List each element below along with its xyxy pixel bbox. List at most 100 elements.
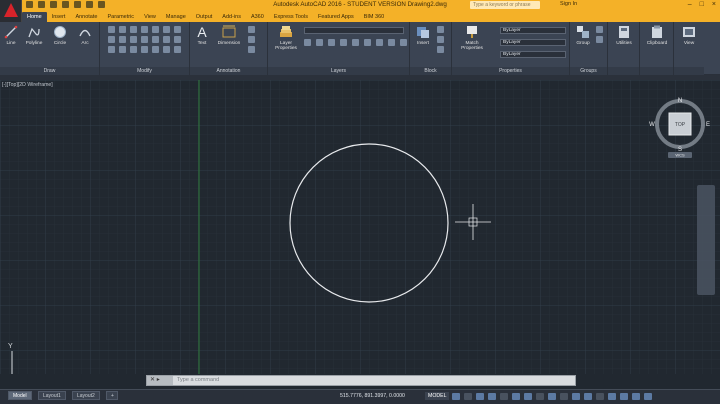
navigation-bar[interactable] [697,185,715,295]
view-tool[interactable]: View [678,25,700,46]
clipboard-tool[interactable]: Clipboard [645,25,669,46]
view-panel-label[interactable] [674,67,704,75]
tab-featured-apps[interactable]: Featured Apps [313,12,359,22]
properties-panel-label[interactable]: Properties [452,67,569,75]
tab-express-tools[interactable]: Express Tools [269,12,313,22]
linetype-dropdown[interactable]: ByLayer [500,39,566,46]
block-panel-label[interactable]: Block [410,67,451,75]
viewcube[interactable]: TOP N S E W WCS [648,94,712,158]
blend-icon[interactable] [152,46,159,53]
annotation-scale-icon[interactable] [572,393,580,400]
tab-bim-360[interactable]: BIM 360 [359,12,389,22]
compass-east[interactable]: E [706,122,710,128]
snap-toggle-icon[interactable] [464,393,472,400]
stretch-icon[interactable] [119,36,126,43]
explode-icon[interactable] [108,36,115,43]
polyline-tool[interactable]: Polyline [25,25,43,46]
transparency-toggle-icon[interactable] [548,393,556,400]
layer-previous-icon[interactable] [388,39,395,46]
extend-icon[interactable] [163,36,170,43]
close-icon[interactable]: × [712,1,716,8]
array-icon[interactable] [141,36,148,43]
modify-panel-label[interactable]: Modify [100,67,189,75]
edit-block-icon[interactable] [437,36,444,43]
tab-model[interactable]: Model [8,391,32,400]
layer-dropdown[interactable] [304,27,404,34]
edit-attributes-icon[interactable] [437,46,444,53]
tab-view[interactable]: View [139,12,161,22]
hardware-acceleration-icon[interactable] [620,393,628,400]
tab-add-ins[interactable]: Add-ins [217,12,246,22]
command-line[interactable]: ✕ ▸ Type a command [146,375,576,386]
wcs-menu[interactable]: WCS [675,153,685,158]
annotation-panel-label[interactable]: Annotation [190,67,267,75]
line-tool[interactable]: Line [2,25,20,46]
text-tool[interactable]: A Text [193,25,211,46]
tab-a360[interactable]: A360 [246,12,269,22]
polar-toggle-icon[interactable] [488,393,496,400]
chamfer-icon[interactable] [174,36,181,43]
scale-icon[interactable] [130,36,137,43]
layers-panel-label[interactable]: Layers [268,67,409,75]
search-input[interactable]: Type a keyword or phrase [470,1,540,9]
spline-edit-icon[interactable] [174,46,181,53]
draw-panel-label[interactable]: Draw [0,67,99,75]
ortho-toggle-icon[interactable] [476,393,484,400]
command-input[interactable]: Type a command [177,376,219,385]
utilities-tool[interactable]: Utilities [613,25,635,46]
layer-current-icon[interactable] [400,39,407,46]
isodraft-toggle-icon[interactable] [500,393,508,400]
layer-freeze-icon[interactable] [316,39,323,46]
drawing-svg[interactable]: Y X [0,80,720,381]
circle-tool[interactable]: Circle [51,25,69,46]
object-snap-tracking-icon[interactable] [512,393,520,400]
object-snap-icon[interactable] [524,393,532,400]
lineweight-toggle-icon[interactable] [536,393,544,400]
match-properties-tool[interactable]: Match Properties [458,25,486,51]
tab-insert[interactable]: Insert [47,12,71,22]
customization-icon[interactable] [644,393,652,400]
drawing-canvas[interactable]: Y X [0,80,720,381]
create-block-icon[interactable] [437,26,444,33]
layer-on-icon[interactable] [304,39,311,46]
workspace-switch-icon[interactable] [584,393,592,400]
fillet-icon[interactable] [174,26,181,33]
tab-home[interactable]: Home [22,12,47,22]
layer-unisolate-icon[interactable] [364,39,371,46]
tab-parametric[interactable]: Parametric [102,12,139,22]
table-icon[interactable] [248,36,255,43]
join-icon[interactable] [119,46,126,53]
lineweight-dropdown[interactable]: ByLayer [500,51,566,58]
mirror-icon[interactable] [163,26,170,33]
group-tool[interactable]: Group [574,25,592,46]
layer-properties-tool[interactable]: Layer Properties [272,25,300,51]
rotate-icon[interactable] [119,26,126,33]
leader-icon[interactable] [248,26,255,33]
break-icon[interactable] [108,46,115,53]
layer-lock-icon[interactable] [328,39,335,46]
maximize-icon[interactable]: □ [700,1,704,8]
groups-panel-label[interactable]: Groups [570,67,607,75]
trim-icon[interactable] [130,26,137,33]
insert-tool[interactable]: Insert [414,25,432,46]
markup-icon[interactable] [248,46,255,53]
viewport-controls-label[interactable]: [-][Top][2D Wireframe] [2,82,53,88]
model-space-toggle[interactable]: MODEL [425,392,450,400]
grid-toggle-icon[interactable] [452,393,460,400]
cursor-coordinates[interactable]: 515.7776, 891.3997, 0.0000 [340,393,405,399]
tab-layout1[interactable]: Layout1 [38,391,66,400]
group-edit-icon[interactable] [596,36,603,43]
add-layout-button[interactable]: + [106,391,118,400]
annotation-monitor-icon[interactable] [596,393,604,400]
clipboard-panel-label[interactable] [640,67,673,75]
tab-annotate[interactable]: Annotate [70,12,102,22]
utilities-panel-label[interactable] [608,67,639,75]
sign-in-link[interactable]: Sign In [560,1,577,7]
tab-output[interactable]: Output [191,12,218,22]
layer-match-icon[interactable] [376,39,383,46]
color-dropdown[interactable]: ByLayer [500,27,566,34]
selection-cycling-icon[interactable] [560,393,568,400]
tab-layout2[interactable]: Layout2 [72,391,100,400]
offset-icon[interactable] [152,36,159,43]
lengthen-icon[interactable] [141,46,148,53]
